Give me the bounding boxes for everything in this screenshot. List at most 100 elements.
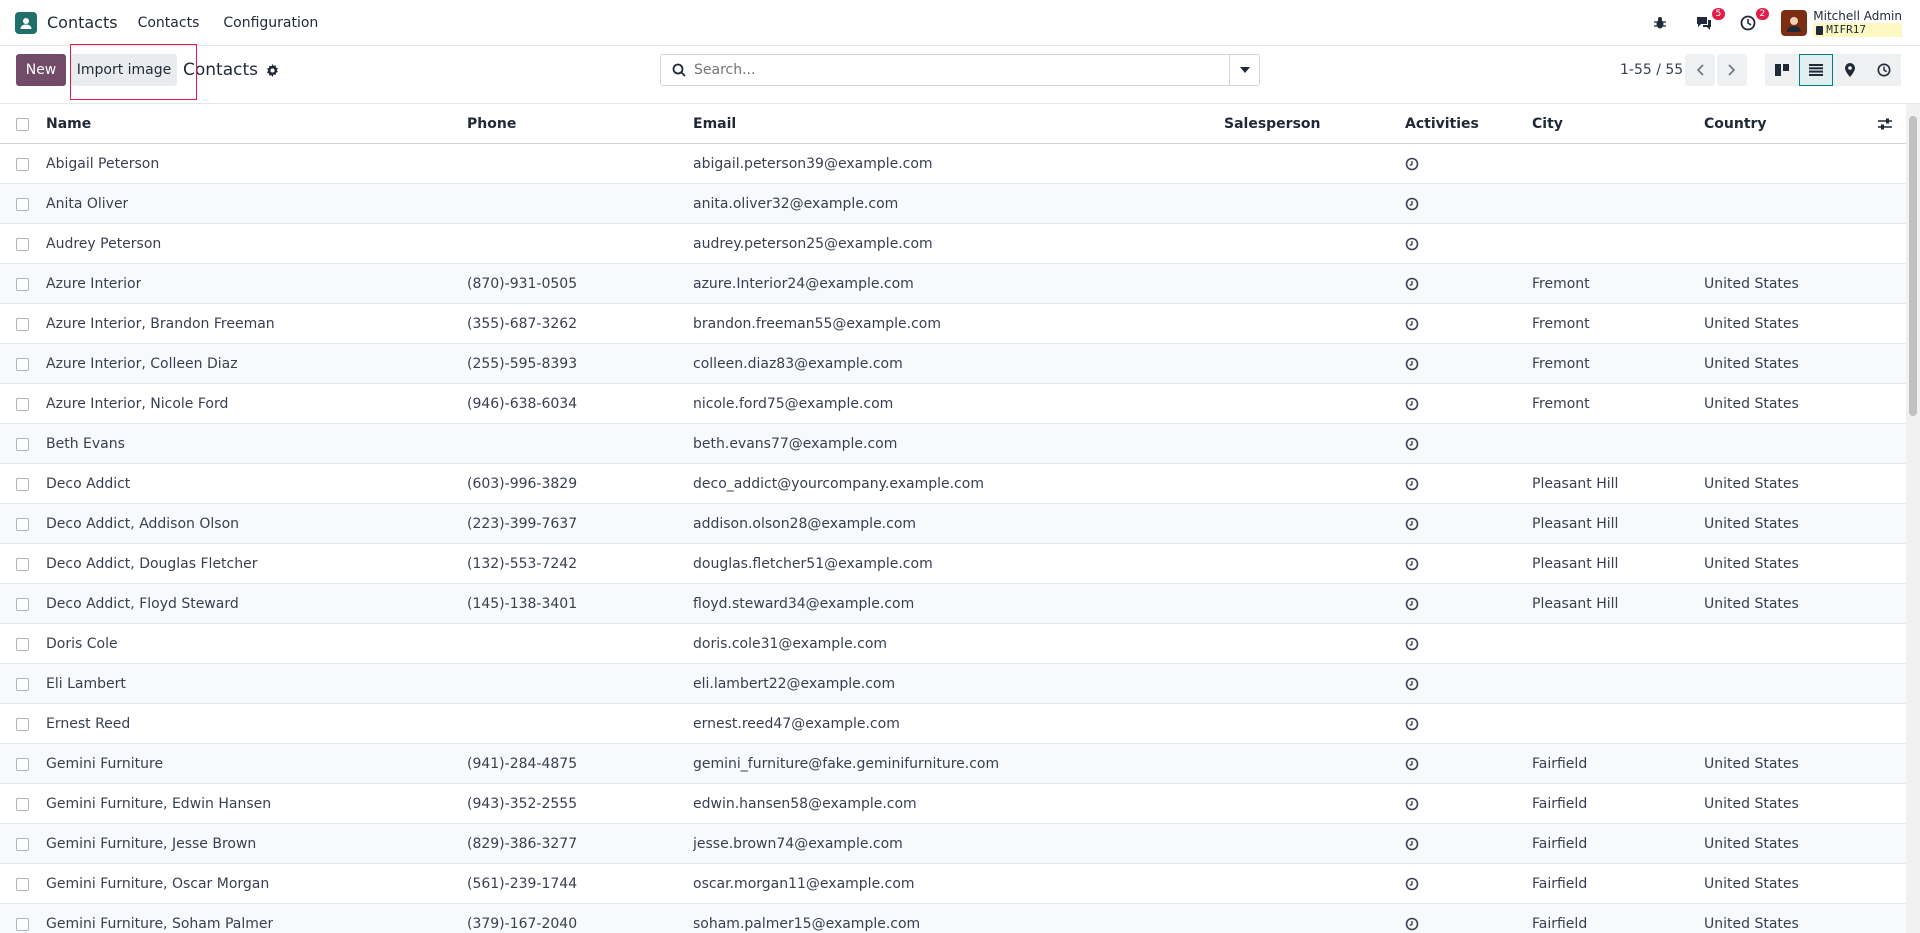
cell-activities[interactable]	[1405, 584, 1419, 624]
table-row[interactable]: Ernest Reed ernest.reed47@example.com	[0, 704, 1906, 744]
table-row[interactable]: Azure Interior, Nicole Ford (946)-638-603…	[0, 384, 1906, 424]
cell-activities[interactable]	[1405, 224, 1419, 264]
row-checkbox[interactable]	[16, 838, 29, 851]
row-checkbox[interactable]	[16, 198, 29, 211]
select-all-checkbox[interactable]	[16, 118, 29, 131]
cell-activities[interactable]	[1405, 704, 1419, 744]
table-row[interactable]: Deco Addict (603)-996-3829 deco_addict@you…	[0, 464, 1906, 504]
row-checkbox[interactable]	[16, 758, 29, 771]
search-options-toggle[interactable]	[1229, 55, 1259, 85]
table-row[interactable]: Deco Addict, Addison Olson (223)-399-7637…	[0, 504, 1906, 544]
table-row[interactable]: Azure Interior, Colleen Diaz (255)-595-83…	[0, 344, 1906, 384]
cell-activities[interactable]	[1405, 504, 1419, 544]
clock-icon	[1405, 477, 1419, 491]
cell-activities[interactable]	[1405, 184, 1419, 224]
column-header-name[interactable]: Name	[46, 104, 91, 144]
scrollbar[interactable]	[1906, 104, 1920, 933]
cell-activities[interactable]	[1405, 824, 1419, 864]
table-row[interactable]: Beth Evans beth.evans77@example.com	[0, 424, 1906, 464]
row-checkbox[interactable]	[16, 878, 29, 891]
row-checkbox[interactable]	[16, 398, 29, 411]
table-row[interactable]: Eli Lambert eli.lambert22@example.com	[0, 664, 1906, 704]
row-checkbox[interactable]	[16, 518, 29, 531]
table-row[interactable]: Abigail Peterson abigail.peterson39@examp…	[0, 144, 1906, 184]
pager-previous-button[interactable]	[1685, 54, 1715, 86]
cell-activities[interactable]	[1405, 544, 1419, 584]
user-menu[interactable]: Mitchell Admin MIFR17	[1813, 9, 1902, 37]
cell-activities[interactable]	[1405, 264, 1419, 304]
row-checkbox[interactable]	[16, 278, 29, 291]
column-header-country[interactable]: Country	[1704, 104, 1767, 144]
search-input[interactable]	[694, 62, 1229, 78]
table-row[interactable]: Audrey Peterson audrey.peterson25@example…	[0, 224, 1906, 264]
list-view-button[interactable]	[1799, 54, 1833, 86]
cell-city: Pleasant Hill	[1532, 476, 1619, 492]
table-row[interactable]: Gemini Furniture, Soham Palmer (379)-167-…	[0, 904, 1906, 933]
cell-activities[interactable]	[1405, 384, 1419, 424]
menu-item-configuration[interactable]: Configuration	[223, 15, 318, 31]
row-checkbox[interactable]	[16, 358, 29, 371]
table-row[interactable]: Gemini Furniture, Edwin Hansen (943)-352-…	[0, 784, 1906, 824]
clock-icon	[1405, 917, 1419, 931]
cell-activities[interactable]	[1405, 424, 1419, 464]
table-row[interactable]: Azure Interior (870)-931-0505 azure.Interi…	[0, 264, 1906, 304]
table-row[interactable]: Gemini Furniture (941)-284-4875 gemini_fur…	[0, 744, 1906, 784]
clock-icon[interactable]: 2	[1737, 8, 1770, 34]
column-header-phone[interactable]: Phone	[467, 104, 516, 144]
row-checkbox[interactable]	[16, 478, 29, 491]
cell-activities[interactable]	[1405, 744, 1419, 784]
table-row[interactable]: Deco Addict, Floyd Steward (145)-138-3401…	[0, 584, 1906, 624]
cell-activities[interactable]	[1405, 144, 1419, 184]
table-row[interactable]: Azure Interior, Brandon Freeman (355)-687…	[0, 304, 1906, 344]
cell-phone: (255)-595-8393	[467, 356, 578, 372]
cell-email: audrey.peterson25@example.com	[693, 236, 933, 252]
avatar[interactable]	[1781, 10, 1808, 36]
row-checkbox[interactable]	[16, 158, 29, 171]
gear-icon[interactable]	[266, 63, 279, 77]
optional-columns-toggle[interactable]	[1878, 104, 1892, 144]
chat-icon[interactable]: 5	[1693, 8, 1726, 34]
column-header-salesperson[interactable]: Salesperson	[1224, 104, 1321, 144]
row-checkbox[interactable]	[16, 598, 29, 611]
bug-icon[interactable]	[1649, 12, 1671, 34]
row-checkbox[interactable]	[16, 678, 29, 691]
cell-activities[interactable]	[1405, 864, 1419, 904]
row-checkbox[interactable]	[16, 918, 29, 931]
column-header-email[interactable]: Email	[693, 104, 736, 144]
cell-country: United States	[1704, 876, 1799, 892]
table-row[interactable]: Deco Addict, Douglas Fletcher (132)-553-7…	[0, 544, 1906, 584]
row-checkbox[interactable]	[16, 798, 29, 811]
column-header-city[interactable]: City	[1532, 104, 1563, 144]
cell-activities[interactable]	[1405, 464, 1419, 504]
new-button[interactable]: New	[16, 54, 66, 86]
cell-activities[interactable]	[1405, 664, 1419, 704]
scrollbar-thumb[interactable]	[1909, 116, 1917, 416]
row-checkbox[interactable]	[16, 318, 29, 331]
menu-item-contacts[interactable]: Contacts	[138, 15, 200, 31]
row-checkbox[interactable]	[16, 238, 29, 251]
table-header: Name Phone Email Salesperson Activities …	[0, 104, 1906, 144]
row-checkbox[interactable]	[16, 638, 29, 651]
cell-activities[interactable]	[1405, 344, 1419, 384]
table-row[interactable]: Anita Oliver anita.oliver32@example.com	[0, 184, 1906, 224]
row-checkbox[interactable]	[16, 438, 29, 451]
activity-view-button[interactable]	[1867, 54, 1901, 86]
cell-activities[interactable]	[1405, 784, 1419, 824]
contacts-app-icon[interactable]	[15, 11, 37, 34]
pager-next-button[interactable]	[1717, 54, 1747, 86]
kanban-view-button[interactable]	[1765, 54, 1799, 86]
cell-activities[interactable]	[1405, 904, 1419, 933]
table-row[interactable]: Gemini Furniture, Jesse Brown (829)-386-3…	[0, 824, 1906, 864]
app-name[interactable]: Contacts	[47, 13, 118, 32]
table-row[interactable]: Doris Cole doris.cole31@example.com	[0, 624, 1906, 664]
clock-icon	[1405, 877, 1419, 891]
cell-activities[interactable]	[1405, 304, 1419, 344]
column-header-activities[interactable]: Activities	[1405, 104, 1479, 144]
row-checkbox[interactable]	[16, 718, 29, 731]
row-checkbox[interactable]	[16, 558, 29, 571]
table-row[interactable]: Gemini Furniture, Oscar Morgan (561)-239-…	[0, 864, 1906, 904]
cell-activities[interactable]	[1405, 624, 1419, 664]
map-view-button[interactable]	[1833, 54, 1867, 86]
pager-value[interactable]: 1-55 / 55	[1620, 62, 1683, 78]
clock-icon	[1405, 677, 1419, 691]
